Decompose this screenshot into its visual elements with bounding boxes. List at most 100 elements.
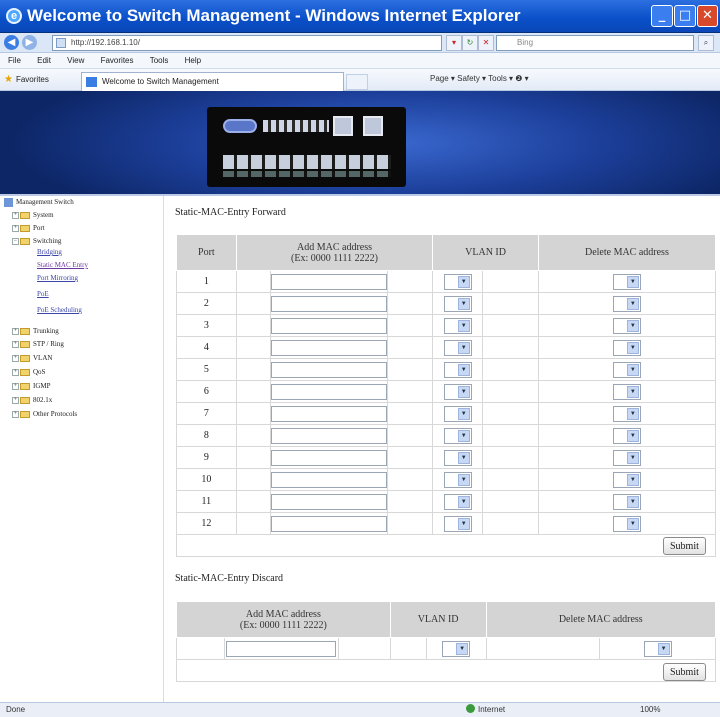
tree-node-vlan[interactable]: + VLAN (12, 352, 52, 364)
spacer-cell (386, 424, 434, 447)
vlan-id-select[interactable]: ▼ (443, 405, 472, 422)
back-button[interactable]: ◀ (4, 35, 19, 50)
tree-link-static-mac-entry[interactable]: Static MAC Entry (37, 261, 88, 274)
discard-delete-select[interactable]: ▼ (643, 640, 672, 657)
mac-address-input[interactable] (270, 273, 387, 290)
delete-mac-select[interactable]: ▼ (612, 405, 641, 422)
delete-mac-select[interactable]: ▼ (612, 383, 641, 400)
vlan-id-select[interactable]: ▼ (443, 383, 472, 400)
menu-edit[interactable]: Edit (37, 56, 51, 65)
delete-mac-select[interactable]: ▼ (612, 339, 641, 356)
mac-address-input[interactable] (270, 427, 387, 444)
vlan-id-select[interactable]: ▼ (443, 295, 472, 312)
mac-address-input[interactable] (270, 295, 387, 312)
dropdown-arrow-icon: ▼ (456, 642, 469, 655)
favorites-button[interactable]: ★ Favorites (4, 74, 49, 85)
delete-mac-select[interactable]: ▼ (612, 515, 641, 532)
mac-address-input[interactable] (270, 471, 387, 488)
vlan-id-select[interactable]: ▼ (443, 339, 472, 356)
vlan-id-select[interactable]: ▼ (443, 273, 472, 290)
forward-submit-button[interactable]: Submit (663, 537, 706, 555)
menu-file[interactable]: File (8, 56, 21, 65)
vlan-cell: ▼ (432, 446, 484, 469)
vlan-id-header: VLAN ID (432, 234, 539, 271)
delete-mac-select[interactable]: ▼ (612, 273, 641, 290)
delete-cell: ▼ (537, 270, 717, 293)
close-button[interactable]: ✕ (697, 5, 718, 27)
tree-node-igmp[interactable]: + IGMP (12, 380, 51, 392)
tree-node-other-protocols[interactable]: + Other Protocols (12, 408, 77, 420)
tree-node-trunking[interactable]: + Trunking (12, 325, 59, 337)
search-input[interactable]: Bing (496, 35, 694, 51)
table-row: 6 ▼ ▼ (176, 380, 717, 403)
mac-address-input[interactable] (270, 493, 387, 510)
tree-link-poe-scheduling[interactable]: PoE Scheduling (37, 306, 82, 319)
mac-address-input[interactable] (270, 339, 387, 356)
menu-help[interactable]: Help (185, 56, 201, 65)
delete-mac-select[interactable]: ▼ (612, 427, 641, 444)
discard-submit-button[interactable]: Submit (663, 663, 706, 681)
new-tab-button[interactable] (346, 74, 368, 90)
tree-node-qos[interactable]: + QoS (12, 366, 45, 378)
vlan-cell: ▼ (432, 512, 484, 535)
vlan-id-select[interactable]: ▼ (443, 317, 472, 334)
delete-cell: ▼ (537, 314, 717, 337)
vlan-id-select[interactable]: ▼ (443, 449, 472, 466)
delete-cell: ▼ (537, 380, 717, 403)
discard-mac-input[interactable] (226, 640, 337, 657)
tree-node-system[interactable]: + System (12, 209, 54, 221)
menu-view[interactable]: View (67, 56, 84, 65)
tree-link-poe[interactable]: PoE (37, 290, 49, 303)
url-field[interactable]: http://192.168.1.10/ (52, 35, 442, 51)
vlan-id-select[interactable]: ▼ (443, 493, 472, 510)
port-header: Port (176, 234, 237, 271)
delete-mac-select[interactable]: ▼ (612, 493, 641, 510)
spacer-cell (386, 490, 434, 513)
forward-button[interactable]: ▶ (22, 35, 37, 50)
minimize-button[interactable]: _ (651, 5, 673, 27)
zoom-level[interactable]: 100% (640, 703, 660, 717)
tree-root[interactable]: Management Switch (4, 196, 74, 208)
switch-device-image (207, 107, 406, 187)
dropdown-arrow-icon: ▼ (626, 407, 639, 420)
maximize-button[interactable]: □ (674, 5, 696, 27)
mac-address-input[interactable] (270, 361, 387, 378)
mac-address-input[interactable] (270, 449, 387, 466)
mac-address-input[interactable] (270, 405, 387, 422)
discard-submit-row (176, 659, 716, 682)
vlan-id-select[interactable]: ▼ (443, 427, 472, 444)
port-leds (223, 171, 391, 177)
stop-icon[interactable]: ✕ (478, 35, 494, 51)
delete-mac-select[interactable]: ▼ (612, 361, 641, 378)
vlan-id-select[interactable]: ▼ (443, 515, 472, 532)
mac-address-input[interactable] (270, 515, 387, 532)
mac-address-input[interactable] (270, 383, 387, 400)
tree-link-port-mirroring[interactable]: Port Mirroring (37, 274, 78, 287)
expand-icon: + (12, 354, 19, 362)
spacer-cell (386, 314, 434, 337)
tree-node-port[interactable]: + Port (12, 222, 45, 234)
tree-node-8021x[interactable]: +802.1x (12, 394, 52, 406)
vlan-id-select[interactable]: ▼ (443, 471, 472, 488)
search-icon[interactable]: ⌕ (698, 35, 714, 51)
address-bar: ◀ ▶ http://192.168.1.10/ ▾ ↻ ✕ Bing ⌕ (0, 33, 720, 53)
compat-view-button[interactable]: ▾ (446, 35, 462, 51)
mac-address-input[interactable] (270, 317, 387, 334)
spacer-cell (386, 358, 434, 381)
delete-mac-select[interactable]: ▼ (612, 471, 641, 488)
discard-vlan-select[interactable]: ▼ (442, 640, 471, 657)
tree-link-bridging[interactable]: Bridging (37, 248, 62, 261)
discard-vlan-id-header: VLAN ID (389, 601, 487, 638)
refresh-icon[interactable]: ↻ (462, 35, 478, 51)
mac-cell (269, 512, 388, 535)
delete-mac-select[interactable]: ▼ (612, 317, 641, 334)
menu-tools[interactable]: Tools (150, 56, 169, 65)
tree-node-stp-ring[interactable]: + STP / Ring (12, 338, 64, 350)
tree-node-switching[interactable]: − Switching (12, 235, 61, 247)
command-bar[interactable]: Page ▾ Safety ▾ Tools ▾ ❷ ▾ (430, 74, 529, 83)
menu-favorites[interactable]: Favorites (101, 56, 134, 65)
delete-mac-select[interactable]: ▼ (612, 449, 641, 466)
browser-tab[interactable]: Welcome to Switch Management (81, 72, 344, 91)
delete-mac-select[interactable]: ▼ (612, 295, 641, 312)
vlan-id-select[interactable]: ▼ (443, 361, 472, 378)
